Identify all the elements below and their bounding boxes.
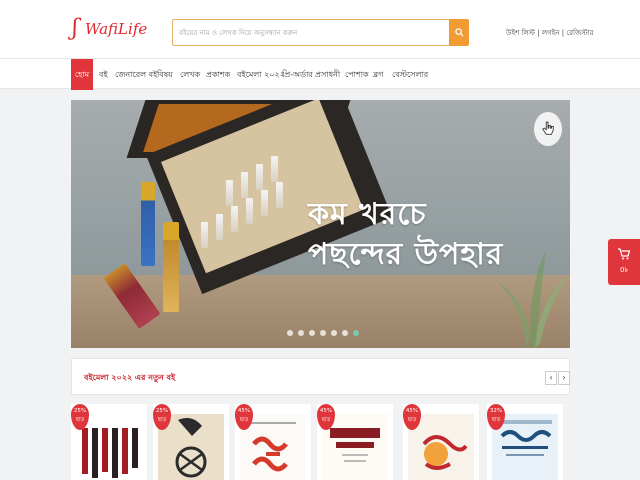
attar-vial — [276, 182, 283, 208]
nav-item-book-fair[interactable]: বইমেলা ২০২২ — [237, 59, 285, 90]
book-card[interactable]: 45% ছাড় — [317, 404, 393, 480]
section-title: বইমেলা ২০২২ এর নতুন বই — [84, 373, 176, 382]
search-button[interactable] — [449, 19, 469, 46]
gold-perfume-bottle — [163, 222, 179, 312]
nav-item-bestseller[interactable]: বেস্টসেলার — [392, 59, 428, 90]
book-card[interactable]: 32% ছাড় — [487, 404, 563, 480]
account-links[interactable]: উইশ লিস্ট | লগইন | রেজিস্টার — [506, 27, 593, 39]
logo-mark-icon: ʃ — [72, 16, 78, 41]
banner-subheadline: পছন্দের উপহার — [308, 237, 504, 272]
slider-dot-active[interactable] — [353, 330, 359, 336]
nav-item-books[interactable]: বই — [99, 59, 108, 90]
new-books-section-header: বইমেলা ২০২২ এর নতুন বই ‹ › — [71, 358, 570, 395]
logo-text: WafiLife — [85, 20, 148, 38]
attar-vial — [231, 206, 238, 232]
nav-item-cosmetics[interactable]: প্রসাধনী — [315, 59, 340, 90]
attar-vial — [261, 190, 268, 216]
main-nav: হোম বই জেনারেল বই বিষয় লেখক প্রকাশক বইম… — [0, 58, 640, 90]
attar-vial — [246, 198, 253, 224]
book-card[interactable]: 45% ছাড় — [403, 404, 479, 480]
book-card[interactable]: 25% ছাড় — [71, 404, 147, 480]
slider-dots — [287, 330, 359, 336]
plant-decoration — [496, 250, 568, 348]
slider-dot[interactable] — [342, 330, 348, 336]
blue-perfume-bottle — [141, 182, 155, 266]
nav-item-blog[interactable]: ব্লগ — [373, 59, 383, 90]
wafilife-logo[interactable]: ʃ WafiLife — [72, 12, 147, 46]
attar-vial — [201, 222, 208, 248]
slider-dot[interactable] — [331, 330, 337, 336]
nav-item-clothing[interactable]: পোশাক — [345, 59, 369, 90]
attar-vial — [216, 214, 223, 240]
slider-dot[interactable] — [298, 330, 304, 336]
book-card[interactable]: 25% ছাড় — [153, 404, 229, 480]
nav-item-subjects[interactable]: বিষয় — [157, 59, 173, 90]
floating-cart[interactable]: 0৳ — [608, 239, 640, 285]
search-box — [172, 19, 450, 46]
hero-banner[interactable]: কম খরচে পছন্দের উপহার — [71, 100, 570, 348]
search-input[interactable] — [173, 20, 449, 46]
carousel-next-button[interactable]: › — [558, 371, 570, 385]
attar-vial — [241, 172, 248, 198]
hand-pointer-icon[interactable] — [534, 112, 562, 146]
nav-item-pre-order[interactable]: প্রি-অর্ডার — [282, 59, 313, 90]
attar-vial — [271, 156, 278, 182]
attar-vial — [226, 180, 233, 206]
nav-item-general-books[interactable]: জেনারেল বই — [115, 59, 157, 90]
cart-icon — [618, 248, 630, 260]
carousel-prev-button[interactable]: ‹ — [545, 371, 557, 385]
nav-item-publishers[interactable]: প্রকাশক — [206, 59, 230, 90]
cart-total: 0৳ — [620, 266, 628, 274]
nav-item-home[interactable]: হোম — [71, 59, 93, 90]
attar-vial — [256, 164, 263, 190]
slider-dot[interactable] — [309, 330, 315, 336]
search-icon — [454, 28, 464, 37]
nav-item-authors[interactable]: লেখক — [180, 59, 200, 90]
site-header: ʃ WafiLife উইশ লিস্ট | লগইন | রেজিস্টার — [0, 0, 640, 58]
slider-dot[interactable] — [320, 330, 326, 336]
slider-dot[interactable] — [287, 330, 293, 336]
book-card[interactable]: 45% ছাড় — [235, 404, 311, 480]
